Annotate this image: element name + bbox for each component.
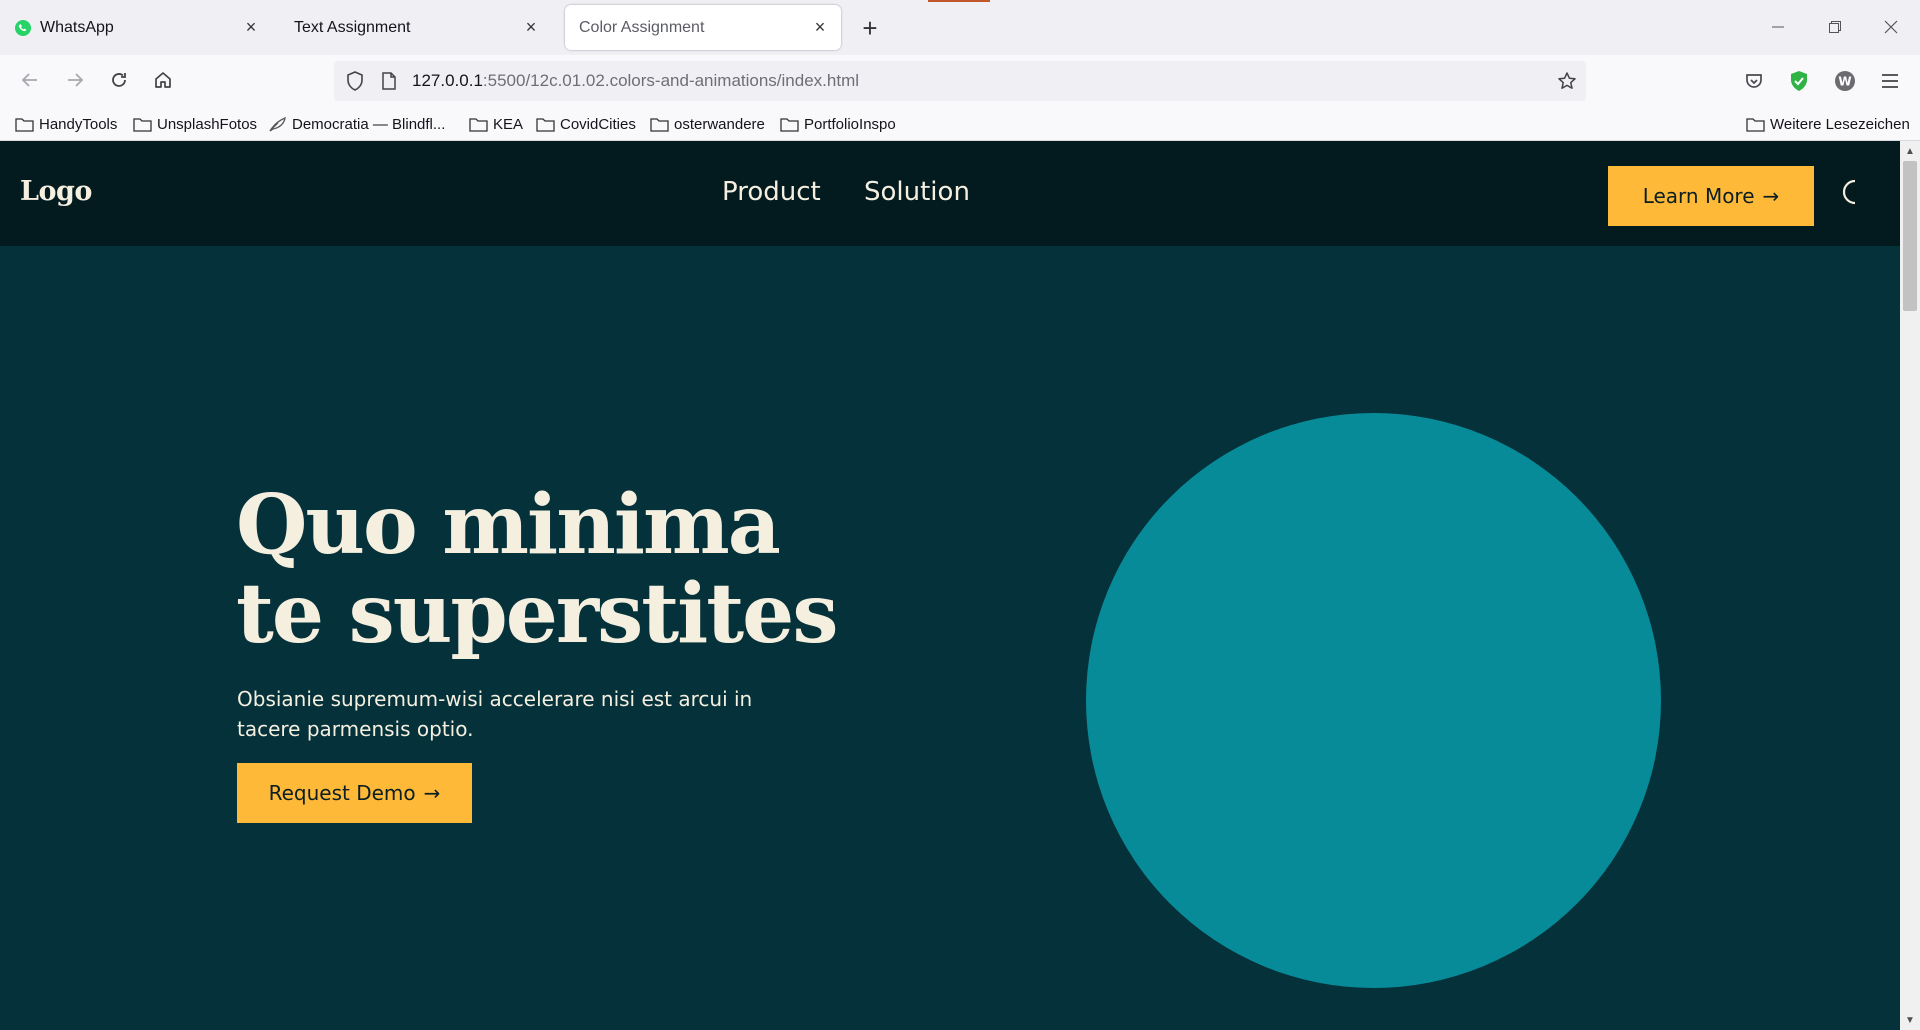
hero-title: Quo minima te superstites xyxy=(236,481,936,659)
hero-circle-graphic xyxy=(1086,413,1661,988)
other-bookmarks[interactable]: Weitere Lesezeichen xyxy=(1746,113,1910,135)
folder-icon xyxy=(780,117,799,132)
hero-title-line-1: Quo minima xyxy=(236,477,781,573)
folder-icon xyxy=(133,117,152,132)
learn-more-button[interactable]: Learn More → xyxy=(1608,166,1814,226)
tracking-shield-icon[interactable] xyxy=(344,70,366,92)
bookmark-label: PortfolioInspo xyxy=(804,115,896,133)
site-header: Logo Product Solution Learn More → xyxy=(0,141,1900,246)
folder-icon xyxy=(1746,117,1765,132)
tab-indicator xyxy=(928,0,990,2)
bookmark-label: KEA xyxy=(493,115,524,133)
url-bar[interactable]: 127.0.0.1:5500/12c.01.02.colors-and-anim… xyxy=(334,61,1586,101)
back-icon[interactable] xyxy=(15,65,45,95)
request-demo-label: Request Demo xyxy=(268,781,416,805)
learn-more-label: Learn More xyxy=(1642,184,1755,208)
feather-icon xyxy=(269,116,286,132)
tab-whatsapp[interactable]: WhatsApp × xyxy=(0,5,272,50)
arrow-right-icon: → xyxy=(1762,184,1780,208)
bookmark-label: CovidCities xyxy=(560,115,636,133)
bookmark-label: HandyTools xyxy=(39,115,118,133)
other-bookmarks-label: Weitere Lesezeichen xyxy=(1770,115,1910,133)
close-window-icon[interactable] xyxy=(1871,12,1911,42)
url-path: :5500/12c.01.02.colors-and-animations/in… xyxy=(482,71,860,90)
forward-icon[interactable] xyxy=(60,65,90,95)
url-text[interactable]: 127.0.0.1:5500/12c.01.02.colors-and-anim… xyxy=(412,71,859,91)
bookmark-osterwandere[interactable]: osterwandere xyxy=(650,113,765,135)
tab-title: WhatsApp xyxy=(40,18,114,36)
bookmark-unsplashfotos[interactable]: UnsplashFotos xyxy=(133,113,257,135)
folder-icon xyxy=(650,117,669,132)
bookmarks-toolbar: HandyTools UnsplashFotos Democratia — Bl… xyxy=(0,105,1920,141)
reload-icon[interactable] xyxy=(104,65,134,95)
close-tab-icon[interactable]: × xyxy=(520,17,542,39)
request-demo-button[interactable]: Request Demo → xyxy=(237,763,472,823)
minimize-icon[interactable] xyxy=(1758,12,1798,42)
hero-subtitle: Obsianie supremum-wisi accelerare nisi e… xyxy=(237,687,753,741)
tab-strip: WhatsApp × Text Assignment × Color Assig… xyxy=(0,0,1920,55)
w-avatar-icon[interactable]: W xyxy=(1832,68,1858,94)
folder-icon xyxy=(536,117,555,132)
bookmark-portfolioinspo[interactable]: PortfolioInspo xyxy=(780,113,896,135)
scrollbar-thumb[interactable] xyxy=(1903,161,1917,311)
page-viewport: Logo Product Solution Learn More → Quo m… xyxy=(0,141,1900,1030)
folder-icon xyxy=(15,117,34,132)
nav-link-solution[interactable]: Solution xyxy=(864,177,970,207)
dark-mode-toggle-icon[interactable] xyxy=(1836,177,1866,207)
scroll-down-arrow-icon[interactable]: ▼ xyxy=(1900,1010,1920,1030)
bookmark-star-icon[interactable] xyxy=(1556,70,1578,92)
url-host: 127.0.0.1 xyxy=(412,71,483,90)
folder-icon xyxy=(469,117,488,132)
whatsapp-icon xyxy=(14,19,32,37)
shield-check-icon[interactable] xyxy=(1786,68,1812,94)
nav-link-product[interactable]: Product xyxy=(722,177,821,207)
bookmark-handytools[interactable]: HandyTools xyxy=(15,113,117,135)
new-tab-button[interactable]: + xyxy=(856,13,884,43)
page-info-icon[interactable] xyxy=(380,70,398,92)
restore-icon[interactable] xyxy=(1815,12,1855,42)
arrow-right-icon: → xyxy=(423,781,441,805)
scroll-up-arrow-icon[interactable]: ▲ xyxy=(1900,141,1920,161)
hero-title-line-2: te superstites xyxy=(236,566,839,662)
bookmark-democratia[interactable]: Democratia — Blindfl... xyxy=(268,113,445,135)
pocket-icon[interactable] xyxy=(1741,68,1767,94)
bookmark-label: osterwandere xyxy=(674,115,765,133)
close-tab-icon[interactable]: × xyxy=(809,17,831,39)
close-tab-icon[interactable]: × xyxy=(240,17,262,39)
home-icon[interactable] xyxy=(148,65,178,95)
tab-title: Text Assignment xyxy=(294,18,411,36)
browser-chrome: WhatsApp × Text Assignment × Color Assig… xyxy=(0,0,1920,141)
bookmark-kea[interactable]: KEA xyxy=(469,113,523,135)
avatar-letter: W xyxy=(1838,75,1851,89)
tab-title: Color Assignment xyxy=(579,18,705,36)
tab-color-assignment[interactable]: Color Assignment × xyxy=(565,5,841,50)
bookmark-label: Democratia — Blindfl... xyxy=(292,115,446,133)
site-logo[interactable]: Logo xyxy=(20,176,92,207)
menu-icon[interactable] xyxy=(1877,68,1903,94)
vertical-scrollbar[interactable]: ▲ ▼ xyxy=(1900,141,1920,1030)
bookmark-label: UnsplashFotos xyxy=(157,115,258,133)
tab-text-assignment[interactable]: Text Assignment × xyxy=(280,5,552,50)
bookmark-covidcities[interactable]: CovidCities xyxy=(536,113,636,135)
